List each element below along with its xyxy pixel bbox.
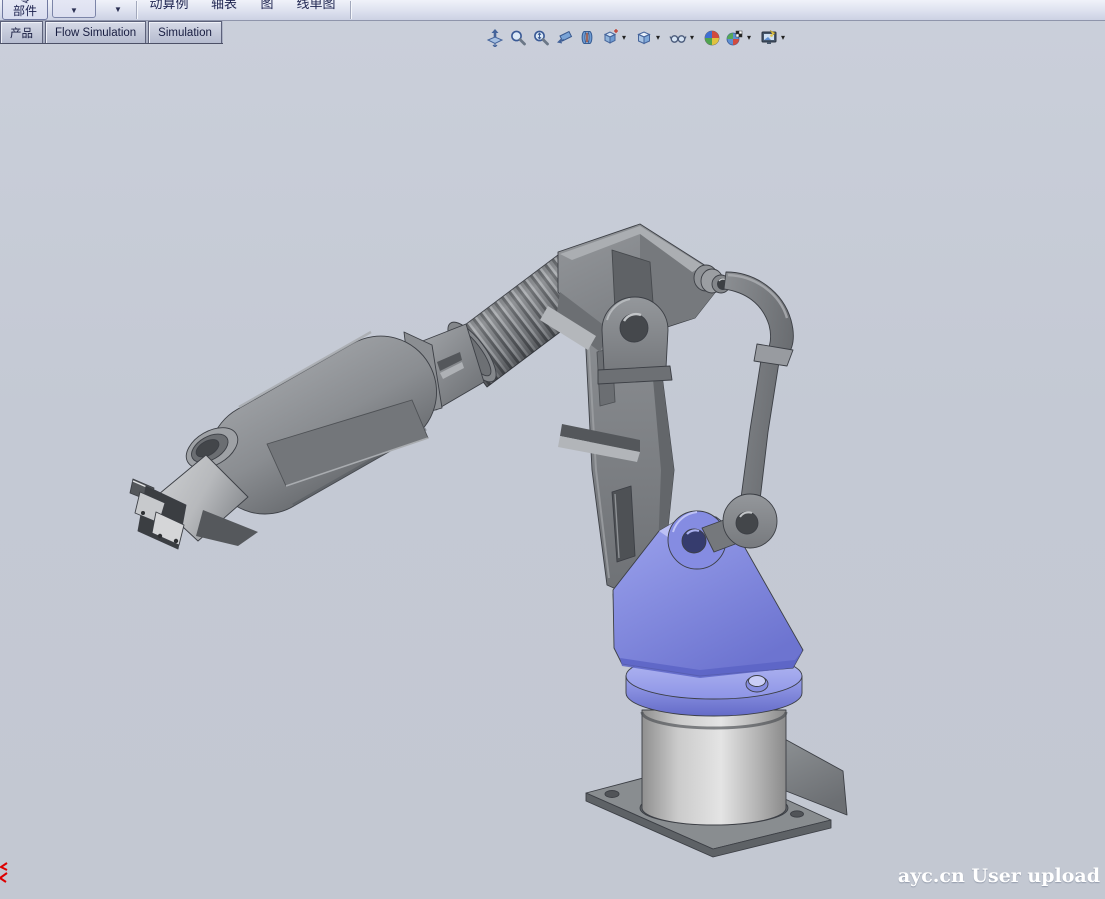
command-bar: 编辑零 部件 ▼ ▼ 动算例 轴表 图 线单图 (0, 0, 1105, 21)
section-view-icon[interactable] (576, 27, 597, 48)
elbow-clevis-part[interactable] (598, 297, 672, 384)
command-button-line-plot[interactable]: 线单图 (288, 0, 344, 19)
zoom-in-out-icon[interactable] (530, 27, 551, 48)
origin-triad-fragment (0, 861, 10, 885)
apply-scene-dropdown[interactable]: ▾ (747, 33, 755, 42)
toolbar-separator (136, 1, 138, 19)
command-button-table[interactable]: 轴表 (204, 0, 244, 19)
command-button-motion-study[interactable]: 动算例 (140, 0, 198, 19)
insert-component-dropdown-button[interactable]: ▼ (52, 0, 96, 18)
headsup-toolbar: ▾ ▾ ▾ (484, 27, 790, 48)
edit-component-button[interactable]: 编辑零 部件 (2, 0, 48, 20)
zoom-to-area-icon[interactable] (507, 27, 528, 48)
view-orientation-icon[interactable] (599, 27, 620, 48)
display-style-icon[interactable] (633, 27, 654, 48)
hide-show-items-dropdown[interactable]: ▾ (690, 33, 698, 42)
tab-flow-simulation[interactable]: Flow Simulation (45, 21, 146, 43)
zoom-to-fit-icon[interactable] (484, 27, 505, 48)
display-style-dropdown[interactable]: ▾ (656, 33, 664, 42)
caret-down-icon: ▼ (70, 6, 78, 15)
linkage-rod-part[interactable] (702, 272, 793, 552)
command-button-plot[interactable]: 图 (250, 0, 284, 19)
view-settings-dropdown[interactable]: ▾ (781, 33, 789, 42)
caret-down-icon[interactable]: ▼ (108, 5, 128, 14)
view-settings-icon[interactable] (758, 27, 779, 48)
hide-show-items-icon[interactable] (667, 27, 688, 48)
base-cylinder-part[interactable] (640, 710, 788, 825)
robot-arm-model[interactable] (0, 0, 1105, 899)
solidworks-window: 产品 Flow Simulation Simulation (0, 0, 1105, 899)
tab-product[interactable]: 产品 (0, 21, 43, 43)
commandmanager-tabs: 产品 Flow Simulation Simulation (0, 21, 223, 44)
previous-view-icon[interactable] (553, 27, 574, 48)
tab-simulation[interactable]: Simulation (148, 21, 222, 43)
watermark: ayc.cn User upload (898, 865, 1100, 887)
view-orientation-dropdown[interactable]: ▾ (622, 33, 630, 42)
edit-appearance-icon[interactable] (701, 27, 722, 48)
apply-scene-icon[interactable] (724, 27, 745, 48)
toolbar-separator (350, 1, 352, 19)
edit-component-label-line2: 部件 (13, 5, 37, 18)
